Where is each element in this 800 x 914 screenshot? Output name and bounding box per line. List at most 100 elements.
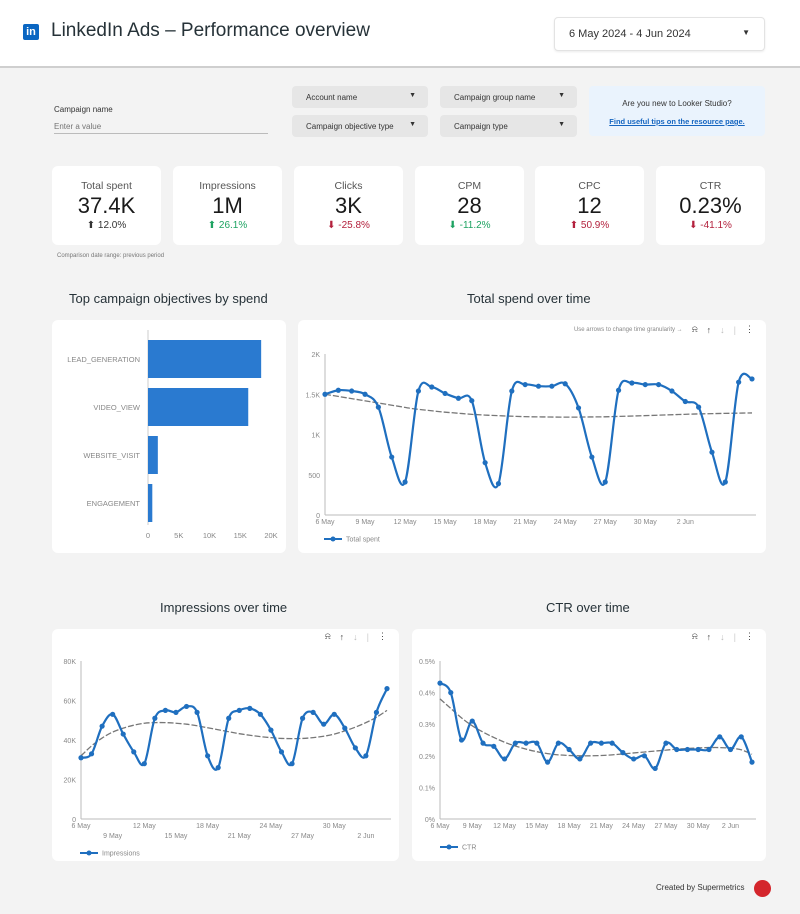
x-tick-label: 12 May	[493, 823, 516, 830]
category-label: ENGAGEMENT	[87, 499, 141, 508]
footer-credit: Created by Supermetrics	[656, 883, 745, 892]
data-point	[535, 383, 542, 389]
data-point	[384, 686, 390, 692]
data-point	[247, 705, 253, 711]
comparison-note: Comparison date range: previous period	[57, 253, 165, 259]
data-point	[88, 751, 95, 757]
x-tick-label: 21 May	[514, 519, 537, 526]
arrow-up-icon: ⬆	[207, 220, 217, 231]
data-point	[110, 711, 116, 717]
data-point	[389, 454, 395, 460]
kpi-label: CTR	[699, 180, 722, 192]
data-point	[455, 395, 462, 401]
y-tick-label: 0.2%	[419, 754, 435, 761]
y-tick-label: 40K	[64, 738, 77, 745]
caret-down-icon: ▼	[409, 121, 416, 128]
impressions-chart-title: Impressions over time	[160, 600, 288, 615]
arrow-up-icon[interactable]: ↑	[707, 632, 712, 642]
tip-text: Are you new to Looker Studio?	[622, 99, 732, 108]
resource-page-link[interactable]: Find useful tips on the resource page.	[589, 117, 765, 126]
trend-line	[439, 698, 753, 757]
data-point	[736, 379, 742, 385]
date-range-picker[interactable]: 6 May 2024 - 4 Jun 2024 ▼	[554, 17, 765, 51]
arrow-down-icon[interactable]: ↓	[720, 632, 725, 642]
series-line	[80, 688, 389, 771]
x-tick-label: 6 May	[315, 519, 335, 526]
x-tick-label: 18 May	[474, 519, 497, 526]
legend-marker	[86, 850, 92, 856]
caret-down-icon: ▼	[558, 121, 565, 128]
data-point	[709, 449, 715, 455]
ctr-chart-title: CTR over time	[546, 600, 630, 615]
x-tick-label: 10K	[203, 531, 216, 540]
campaign-type-dropdown[interactable]: Campaign type ▼	[440, 115, 577, 137]
y-tick-label: 0.3%	[419, 722, 435, 729]
x-tick-label: 9 May	[103, 833, 123, 840]
data-point	[257, 711, 263, 717]
kpi-change-value: -41.1%	[700, 220, 732, 231]
data-point	[442, 390, 448, 397]
data-point	[331, 711, 337, 717]
kpi-change: ⬆ 50.9%	[535, 220, 644, 231]
data-point	[173, 709, 179, 715]
data-point	[415, 388, 422, 394]
kpi-value: 1M	[212, 193, 243, 218]
arrow-up-icon[interactable]: ↑	[707, 325, 712, 335]
kpi-change: ⬇ -25.8%	[294, 220, 403, 231]
campaign-group-name-dropdown[interactable]: Campaign group name ▼	[440, 86, 577, 108]
campaign-name-input[interactable]	[54, 120, 268, 134]
drill-icon[interactable]: ⍾	[325, 631, 331, 642]
data-point	[717, 734, 723, 740]
data-point	[495, 481, 502, 487]
account-name-dropdown[interactable]: Account name ▼	[292, 86, 428, 108]
arrow-down-icon: ⬇	[689, 220, 698, 231]
trend-line	[80, 709, 388, 757]
data-point	[544, 759, 551, 765]
kpi-label: CPC	[578, 180, 601, 192]
bar	[148, 436, 158, 474]
data-point	[402, 479, 408, 485]
arrow-down-icon[interactable]: ↓	[353, 632, 358, 642]
kpi-card-cpc: CPC 12 ⬆ 50.9%	[535, 166, 644, 245]
more-options-icon[interactable]: ⋮	[745, 324, 754, 335]
data-point	[321, 721, 327, 727]
ctr-chart-card: 0% 0.1% 0.2% 0.3% 0.4% 0.5% 6 May 9 May 12 May 15…	[412, 629, 766, 861]
data-point	[727, 746, 734, 753]
y-tick-label: 80K	[64, 659, 77, 666]
more-options-icon[interactable]: ⋮	[745, 631, 754, 642]
data-point	[695, 746, 701, 753]
x-tick-label: 15 May	[525, 823, 548, 830]
caret-down-icon: ▼	[742, 28, 750, 37]
kpi-label: Total spent	[81, 180, 132, 192]
ctr-line-chart: 0%0.1%0.2%0.3%0.4%0.5%6 May 9 May 12 May 15…	[419, 659, 756, 852]
arrow-down-icon[interactable]: ↓	[720, 325, 725, 335]
data-point	[684, 746, 691, 753]
x-tick-label: 27 May	[594, 519, 617, 526]
bar-chart-title: Top campaign objectives by spend	[69, 291, 268, 306]
data-point	[588, 740, 594, 746]
kpi-value: 37.4K	[77, 193, 136, 218]
category-label: WEBSITE_VISIT	[83, 451, 140, 460]
data-point	[335, 387, 341, 393]
kpi-change-value: -11.2%	[459, 220, 491, 231]
data-point	[99, 723, 105, 729]
data-point	[299, 715, 306, 721]
arrow-up-icon[interactable]: ↑	[340, 632, 345, 642]
campaign-objective-type-dropdown[interactable]: Campaign objective type ▼	[292, 115, 428, 137]
data-point	[162, 707, 169, 713]
data-point	[642, 381, 648, 388]
data-point	[141, 761, 147, 767]
legend-label: Total spent	[346, 537, 380, 544]
data-point	[289, 761, 295, 767]
x-tick-label: 9 May	[463, 823, 483, 830]
drill-icon[interactable]: ⍾	[692, 631, 698, 642]
data-point	[589, 454, 595, 460]
x-tick-label: 30 May	[687, 823, 710, 830]
more-options-icon[interactable]: ⋮	[378, 631, 387, 642]
x-tick-label: 12 May	[394, 519, 417, 526]
caret-down-icon: ▼	[558, 92, 565, 99]
category-label: VIDEO_VIEW	[93, 403, 141, 412]
y-tick-label: 0.5%	[419, 659, 435, 666]
drill-icon[interactable]: ⍾	[692, 324, 698, 335]
x-tick-label: 30 May	[634, 519, 657, 526]
